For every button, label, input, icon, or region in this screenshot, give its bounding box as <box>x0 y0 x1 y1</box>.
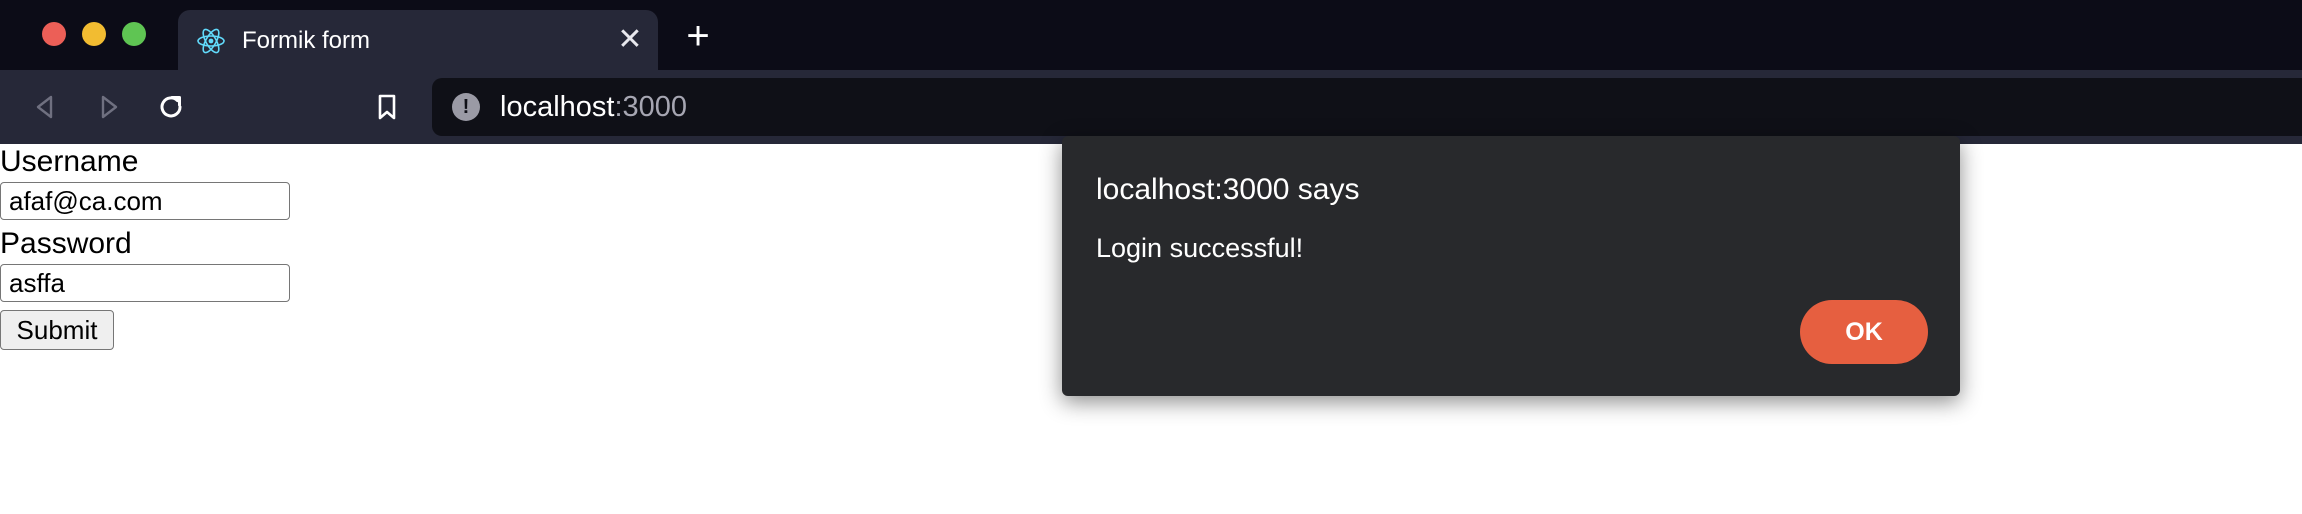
address-bar[interactable]: ! localhost:3000 <box>432 78 2302 136</box>
reload-icon[interactable] <box>152 88 190 126</box>
back-arrow-icon[interactable] <box>26 88 64 126</box>
username-label: Username <box>0 145 139 178</box>
forward-arrow-icon[interactable] <box>90 88 128 126</box>
username-input[interactable] <box>0 182 290 220</box>
dialog-message: Login successful! <box>1096 233 1304 263</box>
tab-title: Formik form <box>242 27 370 54</box>
browser-tab[interactable]: Formik form ✕ <box>178 10 658 70</box>
url-text[interactable]: localhost:3000 <box>500 90 687 124</box>
browser-toolbar: ! localhost:3000 <box>0 70 2302 144</box>
dialog-title: localhost:3000 says <box>1096 173 1360 206</box>
ok-button[interactable]: OK <box>1800 300 1928 364</box>
submit-button[interactable]: Submit <box>0 310 114 350</box>
window-zoom-button[interactable] <box>122 22 146 46</box>
bookmark-icon[interactable] <box>368 88 406 126</box>
url-port: :3000 <box>614 91 688 123</box>
browser-titlebar: Formik form ✕ + <box>0 0 2302 70</box>
window-minimize-button[interactable] <box>82 22 106 46</box>
alert-dialog: localhost:3000 says Login successful! OK <box>1062 136 1960 396</box>
window-close-button[interactable] <box>42 22 66 46</box>
password-input[interactable] <box>0 264 290 302</box>
info-icon[interactable]: ! <box>452 93 480 121</box>
password-label: Password <box>0 227 132 260</box>
close-icon[interactable]: ✕ <box>614 24 646 56</box>
plus-icon[interactable]: + <box>680 16 716 56</box>
url-host: localhost <box>500 91 615 123</box>
react-icon <box>197 28 225 54</box>
